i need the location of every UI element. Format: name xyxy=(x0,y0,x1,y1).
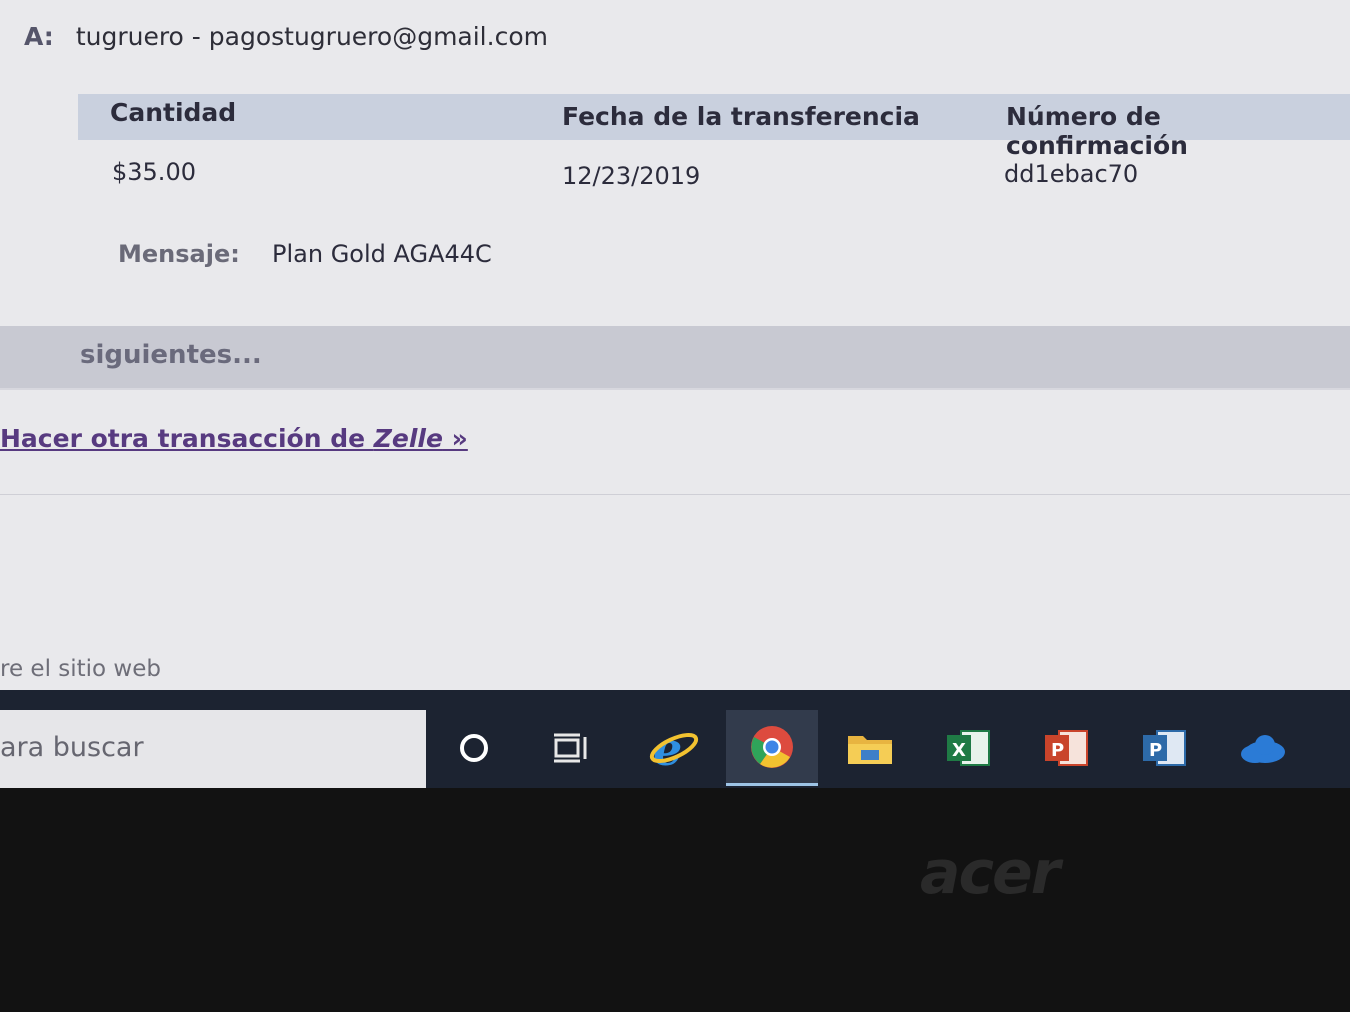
svg-text:P: P xyxy=(1051,740,1064,761)
svg-text:X: X xyxy=(952,740,966,761)
message-label: Mensaje: xyxy=(118,240,240,268)
footer-website-link[interactable]: re el sitio web xyxy=(0,656,161,682)
powerpoint-icon[interactable]: P xyxy=(1020,710,1112,786)
message-value: Plan Gold AGA44C xyxy=(272,240,492,268)
onedrive-icon[interactable] xyxy=(1216,710,1308,786)
monitor-bezel xyxy=(0,788,1350,1012)
another-zelle-transaction-link[interactable]: Hacer otra transacción de Zelle » xyxy=(0,424,468,453)
next-steps-title: siguientes... xyxy=(80,340,262,370)
acer-logo: acer xyxy=(920,838,1060,908)
header-amount: Cantidad xyxy=(110,98,237,127)
zelle-brand: Zelle xyxy=(373,424,443,453)
project-icon[interactable]: P xyxy=(1118,710,1210,786)
svg-text:P: P xyxy=(1149,740,1162,761)
browser-viewport: A: tugruero - pagostugruero@gmail.com Can… xyxy=(0,0,1350,690)
zelle-link-suffix: » xyxy=(442,424,468,453)
header-transfer-date: Fecha de la transferencia xyxy=(562,102,920,131)
header-confirmation-number: Número de confirmación xyxy=(1006,102,1188,160)
section-divider xyxy=(0,494,1350,495)
task-view-icon[interactable] xyxy=(526,710,618,786)
internet-explorer-icon[interactable]: e xyxy=(628,710,720,786)
cell-amount: $35.00 xyxy=(112,158,196,186)
taskbar-search-box[interactable]: ara buscar xyxy=(0,710,426,788)
zelle-link-prefix: Hacer otra transacción de xyxy=(0,424,374,453)
search-placeholder: ara buscar xyxy=(0,732,144,763)
recipient-value: tugruero - pagostugruero@gmail.com xyxy=(75,22,548,51)
file-explorer-icon[interactable] xyxy=(824,710,916,786)
recipient-label: A: xyxy=(24,22,54,51)
windows-taskbar: ara buscar e X P P xyxy=(0,690,1350,788)
cell-transfer-date: 12/23/2019 xyxy=(562,162,701,190)
cortana-icon[interactable] xyxy=(428,710,520,786)
cell-confirmation-number: dd1ebac70 xyxy=(1004,160,1139,188)
chrome-icon[interactable] xyxy=(726,710,818,786)
recipient-line: A: tugruero - pagostugruero@gmail.com xyxy=(24,22,548,51)
excel-icon[interactable]: X xyxy=(922,710,1014,786)
